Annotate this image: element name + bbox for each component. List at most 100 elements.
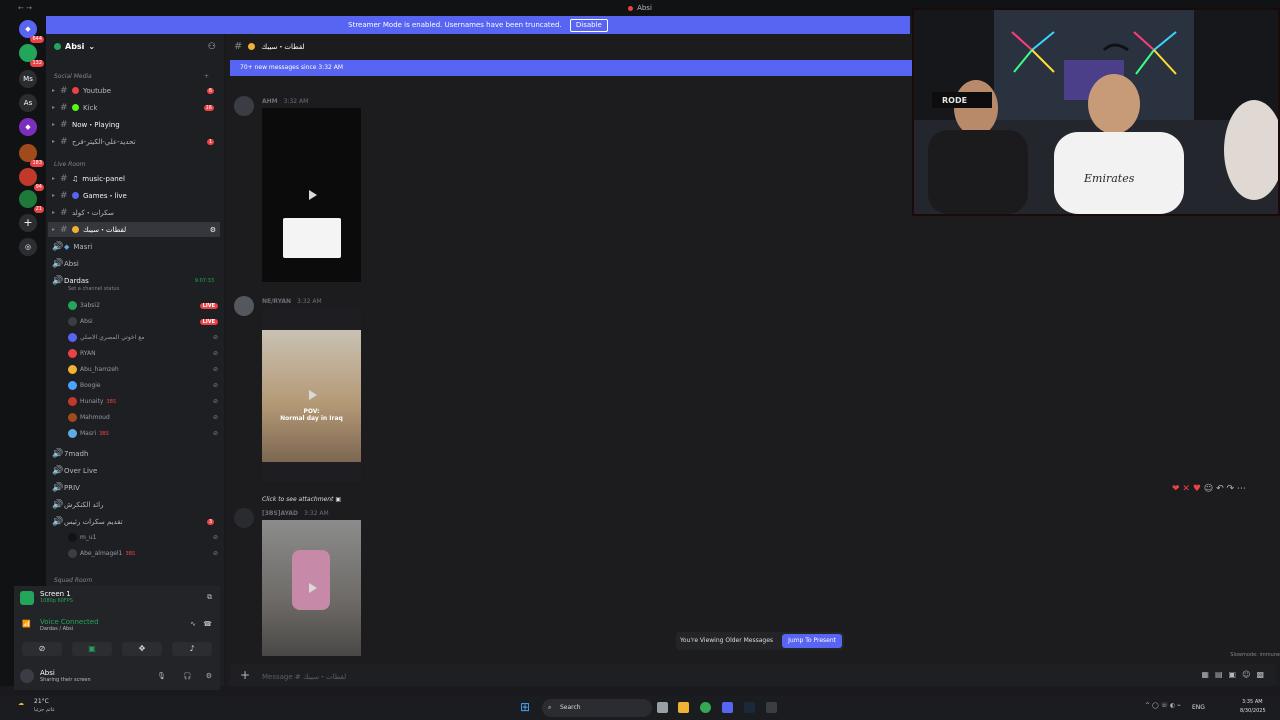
sticker-icon[interactable]: ▣ xyxy=(1229,670,1243,679)
channel-music-panel[interactable]: ▸ # ♫ music-panel xyxy=(48,171,220,186)
server-icon-4[interactable]: 21 xyxy=(19,190,44,213)
reply-icon[interactable]: ↶ xyxy=(1216,484,1224,494)
apps-icon[interactable]: ▩ xyxy=(1256,670,1270,679)
soundboard-button[interactable]: ♪ xyxy=(172,642,212,656)
headphones-icon[interactable]: 🎧 xyxy=(183,672,192,680)
server-diamond-icon[interactable]: ◆ xyxy=(19,118,37,136)
discord-icon[interactable] xyxy=(722,702,733,713)
play-icon[interactable] xyxy=(308,583,317,593)
add-server-icon[interactable]: + xyxy=(19,214,37,232)
voice-7madh[interactable]: 🔊 7madh xyxy=(48,446,220,461)
voice-over-live[interactable]: 🔊 Over Live xyxy=(48,463,220,478)
add-member-icon[interactable]: ⚇ xyxy=(208,42,216,52)
screen-share-button[interactable]: ▣ xyxy=(72,642,112,656)
voice-status[interactable]: Voice Connected xyxy=(40,618,214,626)
emoji-icon[interactable]: ☺ xyxy=(1242,670,1256,679)
voice-arabic-2[interactable]: 🔊 رائد الكنكرش xyxy=(48,497,220,512)
channel-kick[interactable]: ▸ # Kick 16 xyxy=(48,100,220,115)
forward-icon[interactable]: ↷ xyxy=(1226,484,1234,494)
popout-icon[interactable]: ⧉ xyxy=(207,593,212,602)
server-icon[interactable]: 132 xyxy=(19,44,44,67)
home-icon[interactable]: ◆ 644 xyxy=(19,20,44,43)
video-attachment[interactable] xyxy=(262,108,361,282)
more-icon[interactable]: ⋯ xyxy=(1237,484,1246,494)
avatar[interactable] xyxy=(234,508,254,528)
jump-to-present-button[interactable]: Jump To Present xyxy=(782,634,842,648)
gif-icon[interactable]: ▤ xyxy=(1215,670,1229,679)
channel-arabic-1[interactable]: ▸ # تحديد-علي-الكيتر-فرح 1 xyxy=(48,134,220,149)
play-icon[interactable] xyxy=(308,190,317,200)
message-author[interactable]: AHM 3:32 AM xyxy=(262,98,308,105)
reaction-x-icon[interactable]: ✕ xyxy=(1182,484,1190,494)
server-ms[interactable]: Ms xyxy=(19,70,37,88)
voice-priv[interactable]: 🔊 PRIV xyxy=(48,480,220,495)
category-live[interactable]: Live Room xyxy=(54,161,86,168)
language-indicator[interactable]: ENG xyxy=(1192,704,1205,711)
avatar[interactable] xyxy=(234,96,254,116)
voice-user[interactable]: Hunaity 3BS ⊘ xyxy=(68,394,218,409)
windows-start-icon[interactable]: ⊞ xyxy=(520,700,530,714)
noise-suppression-icon[interactable]: ∿ xyxy=(190,620,196,628)
reaction-heart-icon[interactable]: ❤ xyxy=(1172,484,1180,494)
disconnect-icon[interactable]: ☎ xyxy=(203,620,212,628)
new-messages-banner[interactable]: 70+ new messages since 3:32 AM xyxy=(230,60,914,76)
channel-active[interactable]: ▸ # لقطات・سيبك ⚙ xyxy=(48,222,220,237)
category-social[interactable]: Social Media + xyxy=(54,73,209,80)
message-author[interactable]: [3BS]AYAD 3:32 AM xyxy=(262,510,329,517)
disable-button[interactable]: Disable xyxy=(569,19,608,32)
voice-user[interactable]: RYAN ⊘ xyxy=(68,346,218,361)
taskbar-search[interactable]: ⌕ Search xyxy=(542,699,652,717)
gear-icon[interactable]: ⚙ xyxy=(210,226,216,234)
add-channel-icon[interactable]: + xyxy=(204,73,209,80)
reply-reference[interactable]: Click to see attachment ▣ xyxy=(262,496,341,503)
play-icon[interactable] xyxy=(308,390,317,400)
voice-user[interactable]: Abu_hamzeh ⊘ xyxy=(68,362,218,377)
voice-user[interactable]: مع اخوتي المصري الاصلي ⊘ xyxy=(68,330,218,345)
voice-user[interactable]: Abe_almagel1 3BS ⊘ xyxy=(68,546,218,561)
task-view-icon[interactable] xyxy=(657,702,668,713)
file-explorer-icon[interactable] xyxy=(678,702,689,713)
guild-header[interactable]: Absi ⌄ ⚇ xyxy=(46,34,224,59)
add-reaction-icon[interactable]: ☺ xyxy=(1204,484,1213,494)
video-attachment[interactable]: POV: Normal day in Iraq xyxy=(262,308,361,482)
gift-icon[interactable]: ▦ xyxy=(1201,670,1215,679)
activities-button[interactable]: ✥ xyxy=(122,642,162,656)
channel-youtube[interactable]: ▸ # Youtube 6 xyxy=(48,83,220,98)
chrome-icon[interactable] xyxy=(700,702,711,713)
back-arrow-icon[interactable]: ← → xyxy=(18,0,32,16)
voice-arabic-3[interactable]: 🔊 تقديم سكرات رئيس 3 xyxy=(48,514,220,529)
attach-plus-icon[interactable]: + xyxy=(240,668,250,682)
settings-gear-icon[interactable]: ⚙ xyxy=(206,672,212,680)
steam-icon[interactable] xyxy=(744,702,755,713)
voice-user[interactable]: 3absi2 LIVE xyxy=(68,298,218,313)
server-as[interactable]: As xyxy=(19,94,37,112)
voice-user[interactable]: Mahmoud ⊘ xyxy=(68,410,218,425)
voice-user[interactable]: Absi LIVE xyxy=(68,314,218,329)
voice-user[interactable]: m_u1 ⊘ xyxy=(68,530,218,545)
camera-off-button[interactable]: ⊘ xyxy=(22,642,62,656)
server-icon-3[interactable]: 94 xyxy=(19,168,44,191)
avatar[interactable] xyxy=(234,296,254,316)
clock-time[interactable]: 3:35 AM xyxy=(1242,699,1263,705)
tray-icons[interactable]: ^ ◯ ☏ ◐ ⌁ xyxy=(1145,702,1181,709)
microphone-icon[interactable]: 🎙 xyxy=(157,672,166,680)
channel-status[interactable]: Set a channel status xyxy=(68,284,218,293)
discover-icon[interactable]: ◎ xyxy=(19,238,37,256)
voice-masri[interactable]: 🔊 ◆ Masri xyxy=(48,239,220,254)
channel-skrat[interactable]: ▸ # سكرات・كولد xyxy=(48,205,220,220)
video-attachment[interactable] xyxy=(262,520,361,656)
channel-games-live[interactable]: ▸ # Games・live xyxy=(48,188,220,203)
category-squad[interactable]: Squad Room xyxy=(54,577,92,584)
voice-absi[interactable]: 🔊 Absi xyxy=(48,256,220,271)
reaction-heart2-icon[interactable]: ♥ xyxy=(1193,484,1201,494)
message-composer[interactable]: + Message # لقطات・سيبك ▦▤▣☺▩ xyxy=(230,664,1276,686)
channel-now-playing[interactable]: ▸ # Now・Playing xyxy=(48,117,220,132)
voice-user[interactable]: Masri 3BS ⊘ xyxy=(68,426,218,441)
avatar[interactable] xyxy=(20,669,34,683)
message-input[interactable]: Message # لقطات・سيبك xyxy=(262,673,346,681)
clock-date[interactable]: 8/30/2025 xyxy=(1240,708,1266,714)
voice-user[interactable]: Boogie ⊘ xyxy=(68,378,218,393)
message-author[interactable]: NE/RYAN 3:32 AM xyxy=(262,298,322,305)
server-icon-2[interactable]: 183 xyxy=(19,144,44,167)
app-icon[interactable] xyxy=(766,702,777,713)
